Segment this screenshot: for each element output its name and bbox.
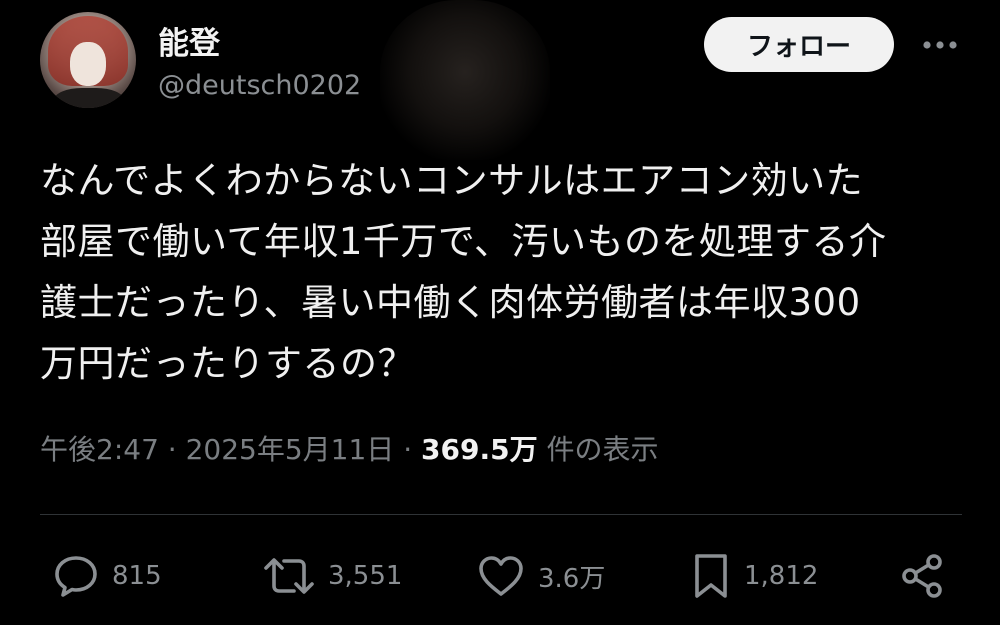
- share-button[interactable]: [898, 548, 946, 604]
- tweet-meta: 午後2:47 · 2025年5月11日 · 369.5万 件の表示: [40, 428, 659, 468]
- display-name[interactable]: 能登: [158, 18, 220, 63]
- tweet-text: なんでよくわからないコンサルはエアコン効いた 部屋で働いて年収1千万で、汚いもの…: [40, 150, 970, 394]
- reply-count: 815: [112, 561, 162, 591]
- divider: [40, 514, 962, 515]
- views-count[interactable]: 369.5万: [421, 433, 538, 466]
- repost-icon: [264, 558, 314, 594]
- reply-icon: [55, 556, 97, 597]
- meta-separator: ·: [403, 433, 413, 466]
- share-icon: [902, 554, 942, 598]
- background-photo: [380, 0, 550, 160]
- more-icon[interactable]: [918, 30, 962, 60]
- avatar[interactable]: [40, 12, 136, 108]
- meta-separator: ·: [167, 433, 177, 466]
- bookmark-button[interactable]: 1,812: [690, 548, 818, 604]
- views-label: 件の表示: [546, 433, 659, 466]
- action-bar: 815 3,551 3.6万 1,812: [0, 548, 1000, 604]
- like-button[interactable]: 3.6万: [476, 548, 605, 604]
- like-count: 3.6万: [538, 563, 606, 594]
- tweet-time[interactable]: 午後2:47: [40, 433, 159, 466]
- bookmark-icon: [695, 554, 727, 598]
- repost-button[interactable]: 3,551: [262, 548, 402, 604]
- tweet-line: なんでよくわからないコンサルはエアコン効いた: [40, 159, 864, 202]
- like-icon: [479, 556, 523, 596]
- tweet-line: 万円だったりするの？: [40, 342, 415, 385]
- user-handle[interactable]: @deutsch0202: [158, 70, 361, 101]
- tweet-date[interactable]: 2025年5月11日: [186, 433, 395, 466]
- bookmark-count: 1,812: [744, 561, 819, 591]
- avatar-body: [54, 88, 124, 108]
- follow-button[interactable]: フォロー: [704, 17, 894, 72]
- tweet-line: 護士だったり、暑い中働く肉体労働者は年収300: [40, 281, 861, 324]
- tweet-line: 部屋で働いて年収1千万で、汚いものを処理する介: [40, 220, 887, 263]
- repost-count: 3,551: [328, 561, 403, 591]
- reply-button[interactable]: 815: [52, 548, 162, 604]
- avatar-face: [70, 42, 106, 86]
